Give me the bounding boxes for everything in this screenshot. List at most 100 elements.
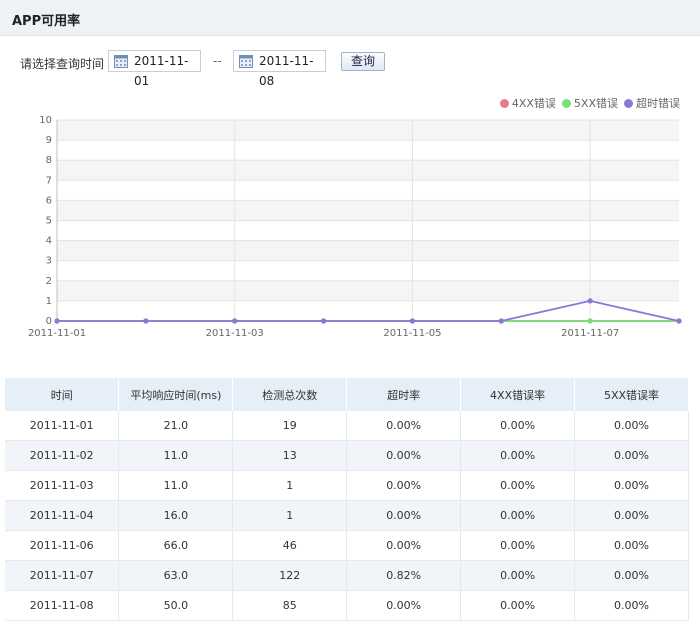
table-cell: 0.00%: [574, 530, 689, 561]
table-cell: 46: [232, 530, 348, 561]
column-header: 平均响应时间(ms): [118, 378, 234, 411]
table-cell: 1: [232, 470, 348, 501]
legend-marker-4xx: [499, 98, 509, 108]
table-cell: 2011-11-04: [5, 500, 120, 531]
calendar-icon[interactable]: [114, 54, 128, 68]
table-cell: 0.00%: [460, 470, 576, 501]
data-point-timeout: [232, 318, 238, 324]
legend-marker-5xx: [561, 98, 571, 108]
table-cell: 122: [232, 560, 348, 591]
page-header: APP可用率: [0, 0, 700, 36]
x-tick-label: 2011-11-03: [206, 328, 264, 339]
column-header: 时间: [5, 378, 120, 411]
query-button[interactable]: 查询: [341, 52, 385, 71]
table-cell: 0.00%: [346, 530, 462, 561]
table-cell: 0.00%: [346, 500, 462, 531]
y-tick-label: 8: [46, 155, 52, 166]
x-tick-label: 2011-11-01: [28, 328, 86, 339]
table-cell: 2011-11-01: [5, 411, 120, 441]
table-row: 2011-11-02 11.0 13 0.00% 0.00% 0.00%: [5, 440, 689, 471]
table-cell: 11.0: [118, 440, 234, 471]
table-cell: 0.00%: [460, 411, 576, 441]
grid-band: [57, 280, 679, 301]
grid-band: [57, 120, 679, 141]
data-point-timeout: [676, 318, 682, 324]
table-cell: 0.00%: [574, 440, 689, 471]
y-tick-label: 5: [46, 216, 52, 227]
y-tick-label: 9: [46, 135, 52, 146]
legend-item-timeout[interactable]: 超时错误: [624, 95, 680, 111]
grid-band: [57, 200, 679, 221]
table-cell: 0.00%: [574, 411, 689, 441]
table-cell: 0.00%: [460, 590, 576, 621]
table-cell: 13: [232, 440, 348, 471]
legend-label-timeout: 超时错误: [636, 97, 680, 110]
date-query-bar: 请选择查询时间 2011-11-01 -- 2011-11-08 查询: [0, 50, 700, 88]
table-cell: 0.00%: [574, 560, 689, 591]
error-line-chart: 0 1 2 3 4 5 6 7 8 9 10 2011-11-01 2011-11-03 2011-11-…: [28, 115, 682, 339]
table-cell: 0.00%: [346, 470, 462, 501]
table-cell: 0.00%: [460, 530, 576, 561]
y-tick-label: 1: [46, 296, 52, 307]
legend-label-4xx: 4XX错误: [511, 97, 556, 110]
end-date-value: 2011-11-08: [259, 54, 314, 88]
data-point-timeout: [143, 318, 149, 324]
table-cell: 63.0: [118, 560, 234, 591]
data-point-timeout: [54, 318, 60, 324]
table-cell: 0.00%: [460, 560, 576, 591]
table-cell: 0.00%: [346, 590, 462, 621]
table-cell: 0.00%: [574, 500, 689, 531]
calendar-icon[interactable]: [239, 54, 253, 68]
table-cell: 2011-11-06: [5, 530, 120, 561]
end-date-input[interactable]: 2011-11-08: [233, 50, 326, 88]
stats-table-container: 时间 平均响应时间(ms) 检测总次数 超时率 4XX错误率 5XX错误率 2011-11…: [5, 378, 689, 621]
stats-table: 时间 平均响应时间(ms) 检测总次数 超时率 4XX错误率 5XX错误率 2011-11…: [5, 378, 689, 621]
table-cell: 2011-11-07: [5, 560, 120, 591]
chart-legend: 4XX错误 5XX错误 超时错误: [499, 95, 680, 111]
table-row: 2011-11-03 11.0 1 0.00% 0.00% 0.00%: [5, 470, 689, 501]
legend-item-5xx[interactable]: 5XX错误: [561, 95, 618, 111]
data-point-timeout: [409, 318, 416, 324]
legend-marker-timeout: [624, 98, 633, 108]
y-tick-label: 0: [46, 316, 52, 327]
column-header: 检测总次数: [232, 378, 348, 411]
table-cell: 0.00%: [460, 500, 576, 531]
y-tick-label: 4: [46, 236, 52, 247]
y-tick-label: 10: [39, 115, 52, 126]
table-cell: 2011-11-03: [5, 470, 120, 501]
table-row: 2011-11-08 50.0 85 0.00% 0.00% 0.00%: [5, 590, 689, 621]
page-title: APP可用率: [12, 14, 81, 29]
start-date-input[interactable]: 2011-11-01: [108, 50, 201, 88]
data-point-timeout: [587, 298, 593, 304]
y-tick-label: 3: [46, 256, 52, 267]
data-point-5xx: [587, 318, 593, 324]
table-row: 2011-11-07 63.0 122 0.82% 0.00% 0.00%: [5, 560, 689, 591]
table-body: 2011-11-01 21.0 19 0.00% 0.00% 0.00% 2011-11-0…: [5, 411, 689, 621]
table-cell: 66.0: [118, 530, 234, 561]
table-cell: 16.0: [118, 500, 234, 531]
table-cell: 11.0: [118, 470, 234, 501]
grid-band: [57, 240, 679, 261]
x-tick-label: 2011-11-05: [383, 328, 441, 339]
table-cell: 0.00%: [574, 470, 689, 501]
y-tick-label: 7: [46, 175, 52, 186]
table-cell: 2011-11-02: [5, 440, 120, 471]
column-header: 4XX错误率: [460, 378, 576, 411]
column-header: 超时率: [346, 378, 462, 411]
legend-item-4xx[interactable]: 4XX错误: [499, 95, 556, 111]
y-tick-label: 2: [46, 276, 52, 287]
table-cell: 50.0: [118, 590, 234, 621]
table-cell: 0.00%: [346, 440, 462, 471]
table-cell: 0.00%: [460, 440, 576, 471]
column-header: 5XX错误率: [574, 378, 689, 411]
start-date-value: 2011-11-01: [134, 54, 189, 88]
table-row: 2011-11-04 16.0 1 0.00% 0.00% 0.00%: [5, 500, 689, 531]
table-cell: 19: [232, 411, 348, 441]
table-cell: 0.82%: [346, 560, 462, 591]
table-cell: 0.00%: [574, 590, 689, 621]
table-cell: 2011-11-08: [5, 590, 120, 621]
table-cell: 21.0: [118, 411, 234, 441]
date-separator: --: [213, 54, 222, 68]
data-point-timeout: [498, 318, 504, 324]
date-range-label: 请选择查询时间: [20, 57, 105, 71]
